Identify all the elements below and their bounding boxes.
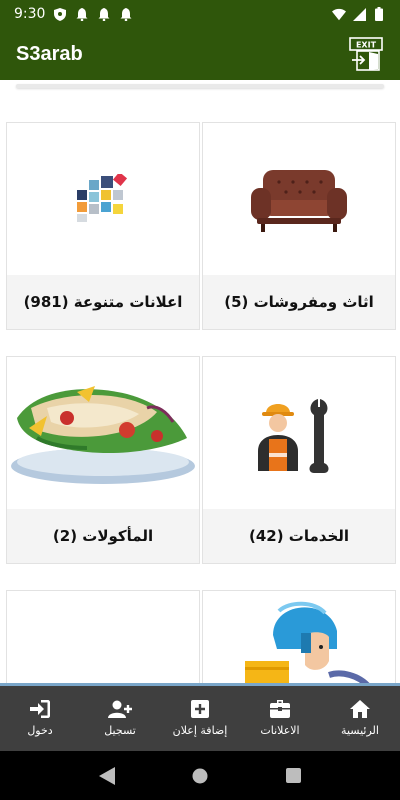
colored-squares-icon bbox=[7, 123, 199, 275]
nav-item-register[interactable]: تسجيل bbox=[80, 700, 160, 737]
nav-label: إضافة إعلان bbox=[172, 724, 228, 737]
notification-bell-icon bbox=[119, 7, 133, 21]
category-label: المأكولات (2) bbox=[52, 527, 154, 545]
category-card-services[interactable]: الخدمات (42) bbox=[202, 356, 396, 564]
app-bar: S3arab EXIT bbox=[0, 28, 400, 80]
briefcase-icon bbox=[270, 700, 290, 718]
app-title: S3arab bbox=[16, 42, 83, 65]
nav-item-ads[interactable]: الاعلانات bbox=[240, 700, 320, 737]
category-card-misc[interactable]: اعلانات متنوعة (981) bbox=[6, 122, 200, 330]
nav-label: تسجيل bbox=[104, 724, 136, 737]
login-icon bbox=[30, 700, 50, 718]
nav-label: الرئيسية bbox=[341, 724, 379, 737]
category-card-food[interactable]: المأكولات (2) bbox=[6, 356, 200, 564]
nav-item-add-ad[interactable]: إضافة إعلان bbox=[160, 700, 240, 737]
back-icon[interactable] bbox=[98, 766, 115, 785]
exit-door-icon: EXIT bbox=[349, 37, 383, 71]
category-label: الخدمات (42) bbox=[248, 527, 350, 545]
notification-bell-icon bbox=[97, 7, 111, 21]
notification-bell-icon bbox=[75, 7, 89, 21]
home-circle-icon[interactable] bbox=[192, 768, 208, 784]
status-time: 9:30 bbox=[14, 6, 46, 22]
worker-wrench-icon bbox=[203, 357, 395, 509]
category-card-furniture[interactable]: اثاث ومفروشات (5) bbox=[202, 122, 396, 330]
home-icon bbox=[350, 700, 370, 718]
food-wrap-plate-icon bbox=[7, 357, 199, 509]
plus-box-icon bbox=[191, 700, 209, 718]
status-bar: 9:30 bbox=[0, 0, 400, 28]
category-label: اثاث ومفروشات (5) bbox=[224, 293, 374, 311]
system-navigation-bar bbox=[0, 751, 400, 800]
nav-label: دخول bbox=[27, 724, 53, 737]
cellular-signal-icon bbox=[352, 7, 366, 21]
add-user-icon bbox=[108, 700, 132, 718]
nav-label: الاعلانات bbox=[260, 724, 300, 737]
wifi-icon bbox=[332, 7, 346, 21]
bottom-navigation: الرئيسية الاعلانات إضافة إعلان تسجيل دخو… bbox=[0, 683, 400, 751]
shield-icon bbox=[53, 7, 67, 21]
sofa-icon bbox=[203, 123, 395, 275]
nav-item-login[interactable]: دخول bbox=[0, 700, 80, 737]
header-divider bbox=[16, 84, 384, 88]
category-label: اعلانات متنوعة (981) bbox=[23, 293, 183, 311]
battery-icon bbox=[372, 7, 386, 21]
svg-text:EXIT: EXIT bbox=[356, 41, 377, 50]
nav-item-home[interactable]: الرئيسية bbox=[320, 700, 400, 737]
recents-icon[interactable] bbox=[286, 768, 302, 783]
exit-button[interactable]: EXIT bbox=[348, 36, 384, 72]
